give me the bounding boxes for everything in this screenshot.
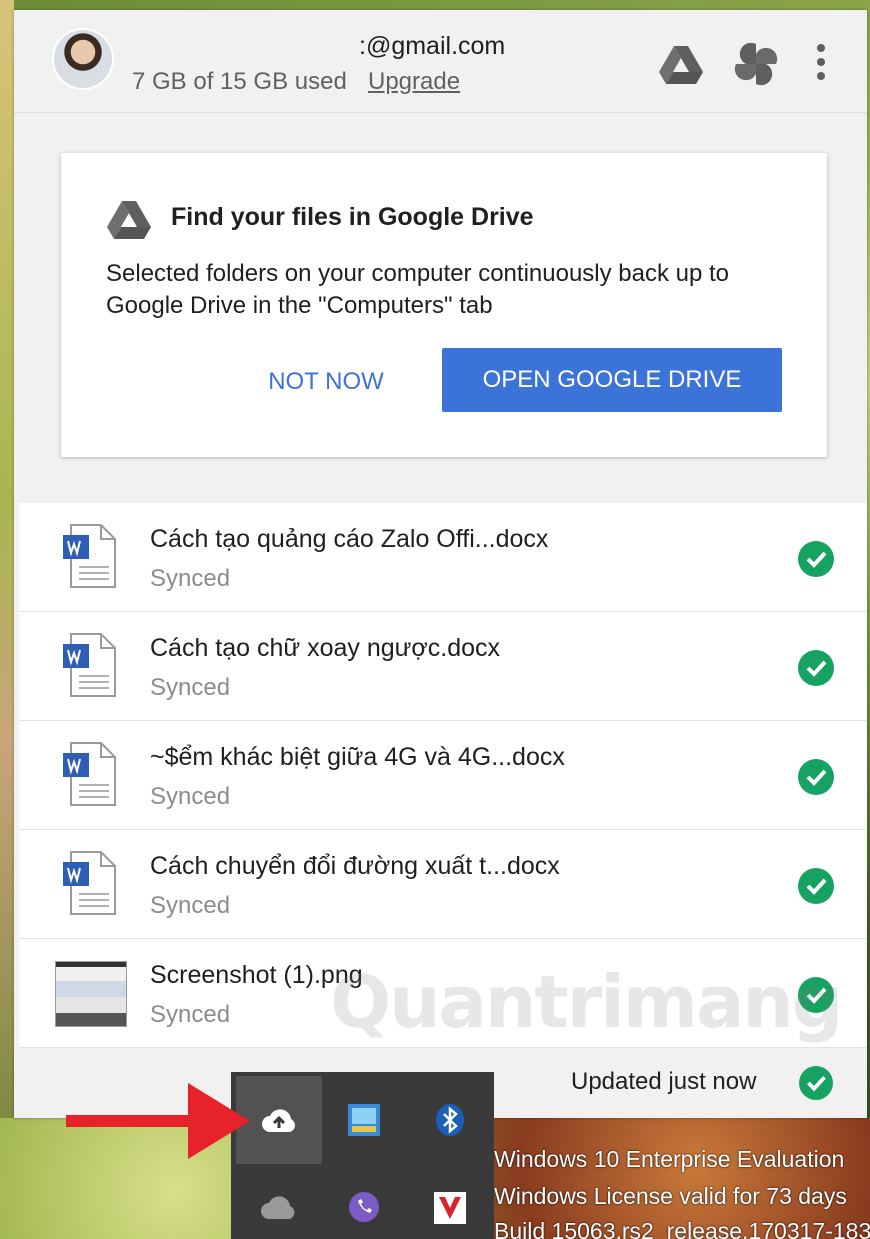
system-tray-overflow [231, 1072, 494, 1239]
site-watermark: Quantrimang [330, 960, 843, 1044]
image-thumbnail [55, 961, 127, 1027]
network-monitor-icon[interactable] [321, 1076, 407, 1164]
file-status: Synced [150, 892, 231, 919]
file-name: Cách chuyển đổi đường xuất t...docx [150, 852, 560, 880]
viber-icon[interactable] [321, 1164, 407, 1239]
open-google-drive-button[interactable]: OPEN GOOGLE DRIVE [442, 348, 782, 412]
word-doc-icon [59, 632, 123, 698]
file-name: Cách tạo quảng cáo Zalo Offi...docx [150, 525, 549, 553]
drive-promo-card: Find your files in Google Drive Selected… [61, 153, 827, 457]
file-name: Cách tạo chữ xoay ngược.docx [150, 634, 501, 662]
red-pointer-arrow [66, 1083, 250, 1159]
onedrive-cloud-icon[interactable] [236, 1164, 322, 1239]
windows-edition-text: Windows 10 Enterprise Evaluation [494, 1146, 845, 1172]
synced-check-icon [798, 541, 834, 577]
windows-license-text: Windows License valid for 73 days [494, 1183, 847, 1209]
v-antivirus-icon[interactable] [407, 1164, 493, 1239]
list-item[interactable]: Cách tạo quảng cáo Zalo Offi...docx Sync… [19, 503, 867, 612]
file-status: Synced [150, 674, 231, 701]
more-vert-icon[interactable] [809, 40, 833, 88]
word-doc-icon [59, 523, 123, 589]
synced-check-icon [798, 759, 834, 795]
list-item[interactable]: ~$ểm khác biệt giữa 4G và 4G...docx Sync… [19, 721, 867, 830]
account-email: :@gmail.com [359, 32, 506, 60]
desktop-wallpaper-edge [0, 0, 14, 1239]
list-item[interactable]: Cách chuyển đổi đường xuất t...docx Sync… [19, 830, 867, 939]
file-status: Synced [150, 783, 231, 810]
storage-usage: 7 GB of 15 GB used [132, 68, 347, 95]
word-doc-icon [59, 850, 123, 916]
avatar[interactable] [52, 28, 114, 90]
list-item[interactable]: Cách tạo chữ xoay ngược.docx Synced [19, 612, 867, 721]
windows-build-text: Build 15063.rs2_release.170317-1834 [494, 1218, 870, 1239]
google-drive-icon[interactable] [657, 40, 705, 88]
file-name: ~$ểm khác biệt giữa 4G và 4G...docx [150, 743, 565, 771]
sync-status-text: Updated just now [571, 1068, 757, 1095]
card-title: Find your files in Google Drive [171, 203, 534, 231]
google-photos-pinwheel-icon[interactable] [732, 40, 780, 88]
synced-check-icon [798, 650, 834, 686]
backup-sync-panel: :@gmail.com 7 GB of 15 GB used Upgrade F… [14, 10, 867, 1118]
upgrade-link[interactable]: Upgrade [368, 68, 460, 96]
file-status: Synced [150, 565, 231, 592]
word-doc-icon [59, 741, 123, 807]
file-status: Synced [150, 1001, 231, 1028]
bluetooth-icon[interactable] [407, 1076, 493, 1164]
synced-check-icon [798, 868, 834, 904]
not-now-button[interactable]: NOT NOW [256, 358, 396, 406]
account-header: :@gmail.com 7 GB of 15 GB used Upgrade [14, 10, 867, 113]
card-description: Selected folders on your computer contin… [106, 260, 730, 319]
synced-check-icon [799, 1066, 833, 1100]
google-drive-icon [105, 199, 155, 243]
